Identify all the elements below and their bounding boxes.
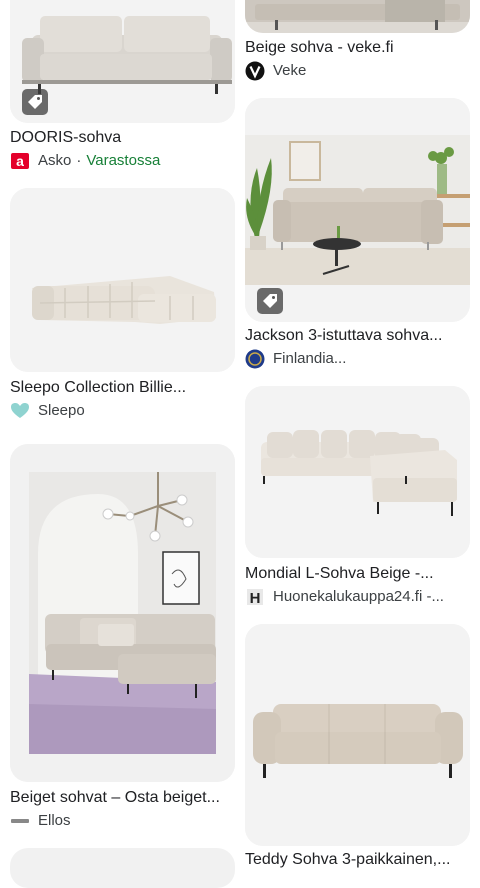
source-name: Veke: [273, 62, 307, 79]
result-source[interactable]: Sleepo: [10, 401, 235, 421]
result-source[interactable]: Finlandia...: [245, 349, 470, 369]
stock-status: Varastossa: [86, 152, 161, 169]
result-title[interactable]: Beige sohva - veke.fi: [245, 38, 470, 58]
sleepo-heart-icon: [10, 401, 30, 421]
price-tag-icon: [257, 288, 283, 314]
product-image-ellos[interactable]: [10, 444, 235, 782]
product-image-sleepo[interactable]: [10, 188, 235, 372]
product-image-dooris[interactable]: [10, 0, 235, 123]
product-image-partial[interactable]: [10, 848, 235, 888]
result-source[interactable]: Ellos: [10, 811, 235, 831]
price-tag-icon: [22, 89, 48, 115]
result-title[interactable]: Mondial L-Sohva Beige -...: [245, 564, 470, 584]
source-name: Sleepo: [38, 402, 85, 419]
svg-text:a: a: [16, 153, 24, 169]
product-image-mondial[interactable]: [245, 386, 470, 558]
result-title[interactable]: Jackson 3-istuttava sohva...: [245, 326, 470, 346]
separator: ·: [76, 152, 82, 169]
asko-logo-icon: a: [10, 151, 30, 171]
veke-logo-icon: [245, 61, 265, 81]
result-source[interactable]: Veke: [245, 61, 470, 81]
svg-text:H: H: [250, 590, 261, 607]
result-title[interactable]: Beiget sohvat – Osta beiget...: [10, 788, 235, 808]
finlandia-seal-icon: [245, 349, 265, 369]
result-title[interactable]: DOORIS-sohva: [10, 128, 235, 148]
result-title[interactable]: Sleepo Collection Billie...: [10, 378, 235, 398]
ellos-logo-icon: [10, 811, 30, 831]
result-source[interactable]: a Asko · Varastossa: [10, 151, 235, 171]
huonekalukauppa24-logo-icon: H: [245, 587, 265, 607]
source-name: Finlandia...: [273, 350, 347, 367]
source-name: Huonekalukauppa24.fi -...: [273, 588, 444, 605]
product-image-teddy[interactable]: [245, 624, 470, 846]
product-image-veke[interactable]: [245, 0, 470, 33]
source-name: Asko: [38, 152, 72, 169]
result-title[interactable]: Teddy Sohva 3-paikkainen,...: [245, 850, 470, 870]
result-source[interactable]: H Huonekalukauppa24.fi -...: [245, 587, 470, 607]
product-image-jackson[interactable]: [245, 98, 470, 322]
source-name: Ellos: [38, 812, 71, 829]
